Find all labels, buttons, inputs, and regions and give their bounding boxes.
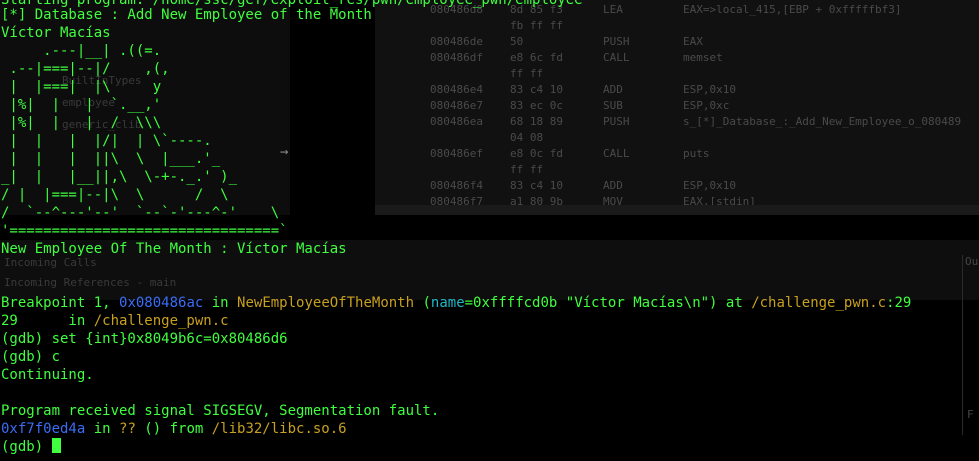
disasm-bytes: fb ff ff — [510, 19, 563, 32]
right-mark: F — [967, 408, 974, 421]
disasm-addr: 080486f4 — [430, 179, 483, 192]
disasm-mnemonic: LEA — [603, 3, 623, 16]
disasm-bytes: 83 c4 10 — [510, 179, 563, 192]
crash-function: ?? — [119, 421, 136, 437]
disasm-bytes: 83 ec 0c — [510, 99, 563, 112]
disasm-row[interactable]: 080486de 50 PUSH EAX — [375, 34, 979, 50]
disasm-mnemonic: CALL — [603, 147, 630, 160]
disasm-row[interactable]: 080486ef e8 0c fd CALL puts — [375, 146, 979, 162]
crash-library: /lib32/libc.so.6 — [211, 421, 347, 437]
disasm-row[interactable]: 080486df e8 6c fd CALL memset — [375, 50, 979, 66]
disasm-addr: 080486ea — [430, 115, 483, 128]
disasm-operand: ESP,0x10 — [683, 83, 736, 96]
disasm-bytes: e8 6c fd — [510, 51, 563, 64]
source-line: 29 in /challenge_pwn.c — [1, 312, 229, 330]
disasm-mnemonic: PUSH — [603, 115, 630, 128]
disasm-bytes: 83 c4 10 — [510, 83, 563, 96]
gdb-command-line: (gdb) c — [1, 349, 61, 365]
bp-param: name — [430, 295, 465, 311]
crash-in: in — [85, 421, 120, 437]
bp-paren: ( — [414, 295, 431, 311]
signal-line: Program received signal SIGSEGV, Segment… — [1, 403, 440, 419]
disasm-row[interactable]: 04 08 — [375, 130, 979, 146]
crash-from: () from — [135, 421, 212, 437]
source-file: /challenge_pwn.c — [93, 313, 229, 329]
ascii-art-line: | | | ||\ \ |___.'_ — [1, 151, 221, 167]
disasm-addr: 080486e7 — [430, 99, 483, 112]
ascii-art-line: / | |===|--|\ \ / \ — [1, 187, 229, 203]
ascii-art-line: | | | |/| | \`----. — [1, 133, 212, 149]
ascii-art-line: / `--^---'--' `--`-'---^-' \ — [1, 205, 280, 221]
bp-address: 0x080486ac — [119, 295, 204, 311]
ascii-art-line: |%| | | `.__,' — [1, 97, 162, 113]
bp-args: =0xffffcd0b "Víctor Macías\n") at — [464, 295, 752, 311]
disasm-mnemonic: CALL — [603, 51, 630, 64]
background-disassembly-listing: 080486d8 8d 85 f3 LEA EAX=>local_415,[EBP +… — [375, 0, 979, 215]
disasm-mnemonic: SUB — [603, 99, 623, 112]
employee-of-month-line: New Employee Of The Month : Víctor Macía… — [1, 241, 347, 257]
ascii-art-line: .---|__| .((=. — [1, 43, 162, 59]
arrow-right-icon: → — [280, 144, 289, 160]
bp-in: in — [203, 295, 238, 311]
gdb-command-line: (gdb) set {int}0x8049b6c=0x80486d6 — [1, 331, 288, 347]
disasm-addr: 080486df — [430, 51, 483, 64]
disasm-operand: puts — [683, 147, 710, 160]
disasm-operand: EAX=>local_415,[EBP + 0xfffffbf3] — [683, 3, 902, 16]
disasm-row[interactable]: 080486f4 83 c4 10 ADD ESP,0x10 — [375, 178, 979, 194]
ascii-art-line: _| | |__||,\ \-+-._.' )_ — [1, 169, 238, 185]
bp-line: :29 — [886, 295, 912, 311]
gdb-prompt-line[interactable]: (gdb) — [1, 438, 61, 456]
disasm-operand: s_[*]_Database_:_Add_New_Employee_o_0804… — [683, 115, 962, 128]
bp-file: /challenge_pwn.c — [751, 295, 887, 311]
terminal-line: Víctor Macías — [1, 25, 111, 41]
bp-prefix: Breakpoint 1, — [1, 295, 120, 311]
disasm-bytes: ff ff — [510, 67, 544, 80]
breakpoint-line: Breakpoint 1, 0x080486ac in NewEmployeeO… — [1, 294, 911, 312]
disasm-mnemonic: PUSH — [603, 35, 630, 48]
ascii-art-line: .--|===|--|/ ,(, — [1, 61, 170, 77]
background-right-panel: Ou F — [962, 255, 979, 435]
ascii-art-line: | |===| |\ y — [1, 79, 162, 95]
disasm-bytes: 50 — [510, 35, 524, 48]
panel-item: Incoming References - main — [4, 276, 177, 289]
horizontal-scrollbar[interactable] — [375, 205, 979, 215]
disasm-addr: 080486e4 — [430, 83, 483, 96]
disasm-row[interactable]: ff ff — [375, 66, 979, 82]
ascii-art-line: '================================` — [1, 223, 288, 239]
disasm-addr: 080486ef — [430, 147, 483, 160]
disasm-addr: 080486de — [430, 35, 483, 48]
disasm-operand: ESP,0xc — [683, 99, 730, 112]
crash-location-line: 0xf7f0ed4a in ?? () from /lib32/libc.so.… — [1, 420, 347, 438]
ascii-art-line: |%| | | / \\\ — [1, 115, 162, 131]
continuing-line: Continuing. — [1, 367, 94, 383]
disasm-mnemonic: ADD — [603, 179, 623, 192]
disasm-bytes: 68 18 89 — [510, 115, 563, 128]
right-mark: Ou — [965, 255, 979, 268]
gdb-prompt: (gdb) — [1, 439, 52, 455]
disasm-bytes: e8 0c fd — [510, 147, 563, 160]
disasm-row[interactable]: 080486ea 68 18 89 PUSH s_[*]_Database_:_Add… — [375, 114, 979, 130]
disasm-row[interactable]: 080486e4 83 c4 10 ADD ESP,0x10 — [375, 82, 979, 98]
source-in: in — [17, 313, 94, 329]
source-lineno: 29 — [1, 313, 18, 329]
disasm-bytes: ff ff — [510, 163, 544, 176]
disasm-row[interactable]: 080486e7 83 ec 0c SUB ESP,0xc — [375, 98, 979, 114]
disasm-operand: memset — [683, 51, 723, 64]
disasm-mnemonic: ADD — [603, 83, 623, 96]
disasm-operand: ESP,0x10 — [683, 179, 736, 192]
disasm-operand: EAX — [683, 35, 703, 48]
disasm-row[interactable]: ff ff — [375, 162, 979, 178]
crash-address: 0xf7f0ed4a — [1, 421, 86, 437]
disasm-row[interactable]: fb ff ff — [375, 18, 979, 34]
disasm-bytes: 04 08 — [510, 131, 544, 144]
terminal-cursor[interactable] — [51, 438, 61, 453]
bp-function: NewEmployeeOfTheMonth — [237, 295, 415, 311]
terminal-line: [*] Database : Add New Employee of the M… — [1, 7, 372, 23]
